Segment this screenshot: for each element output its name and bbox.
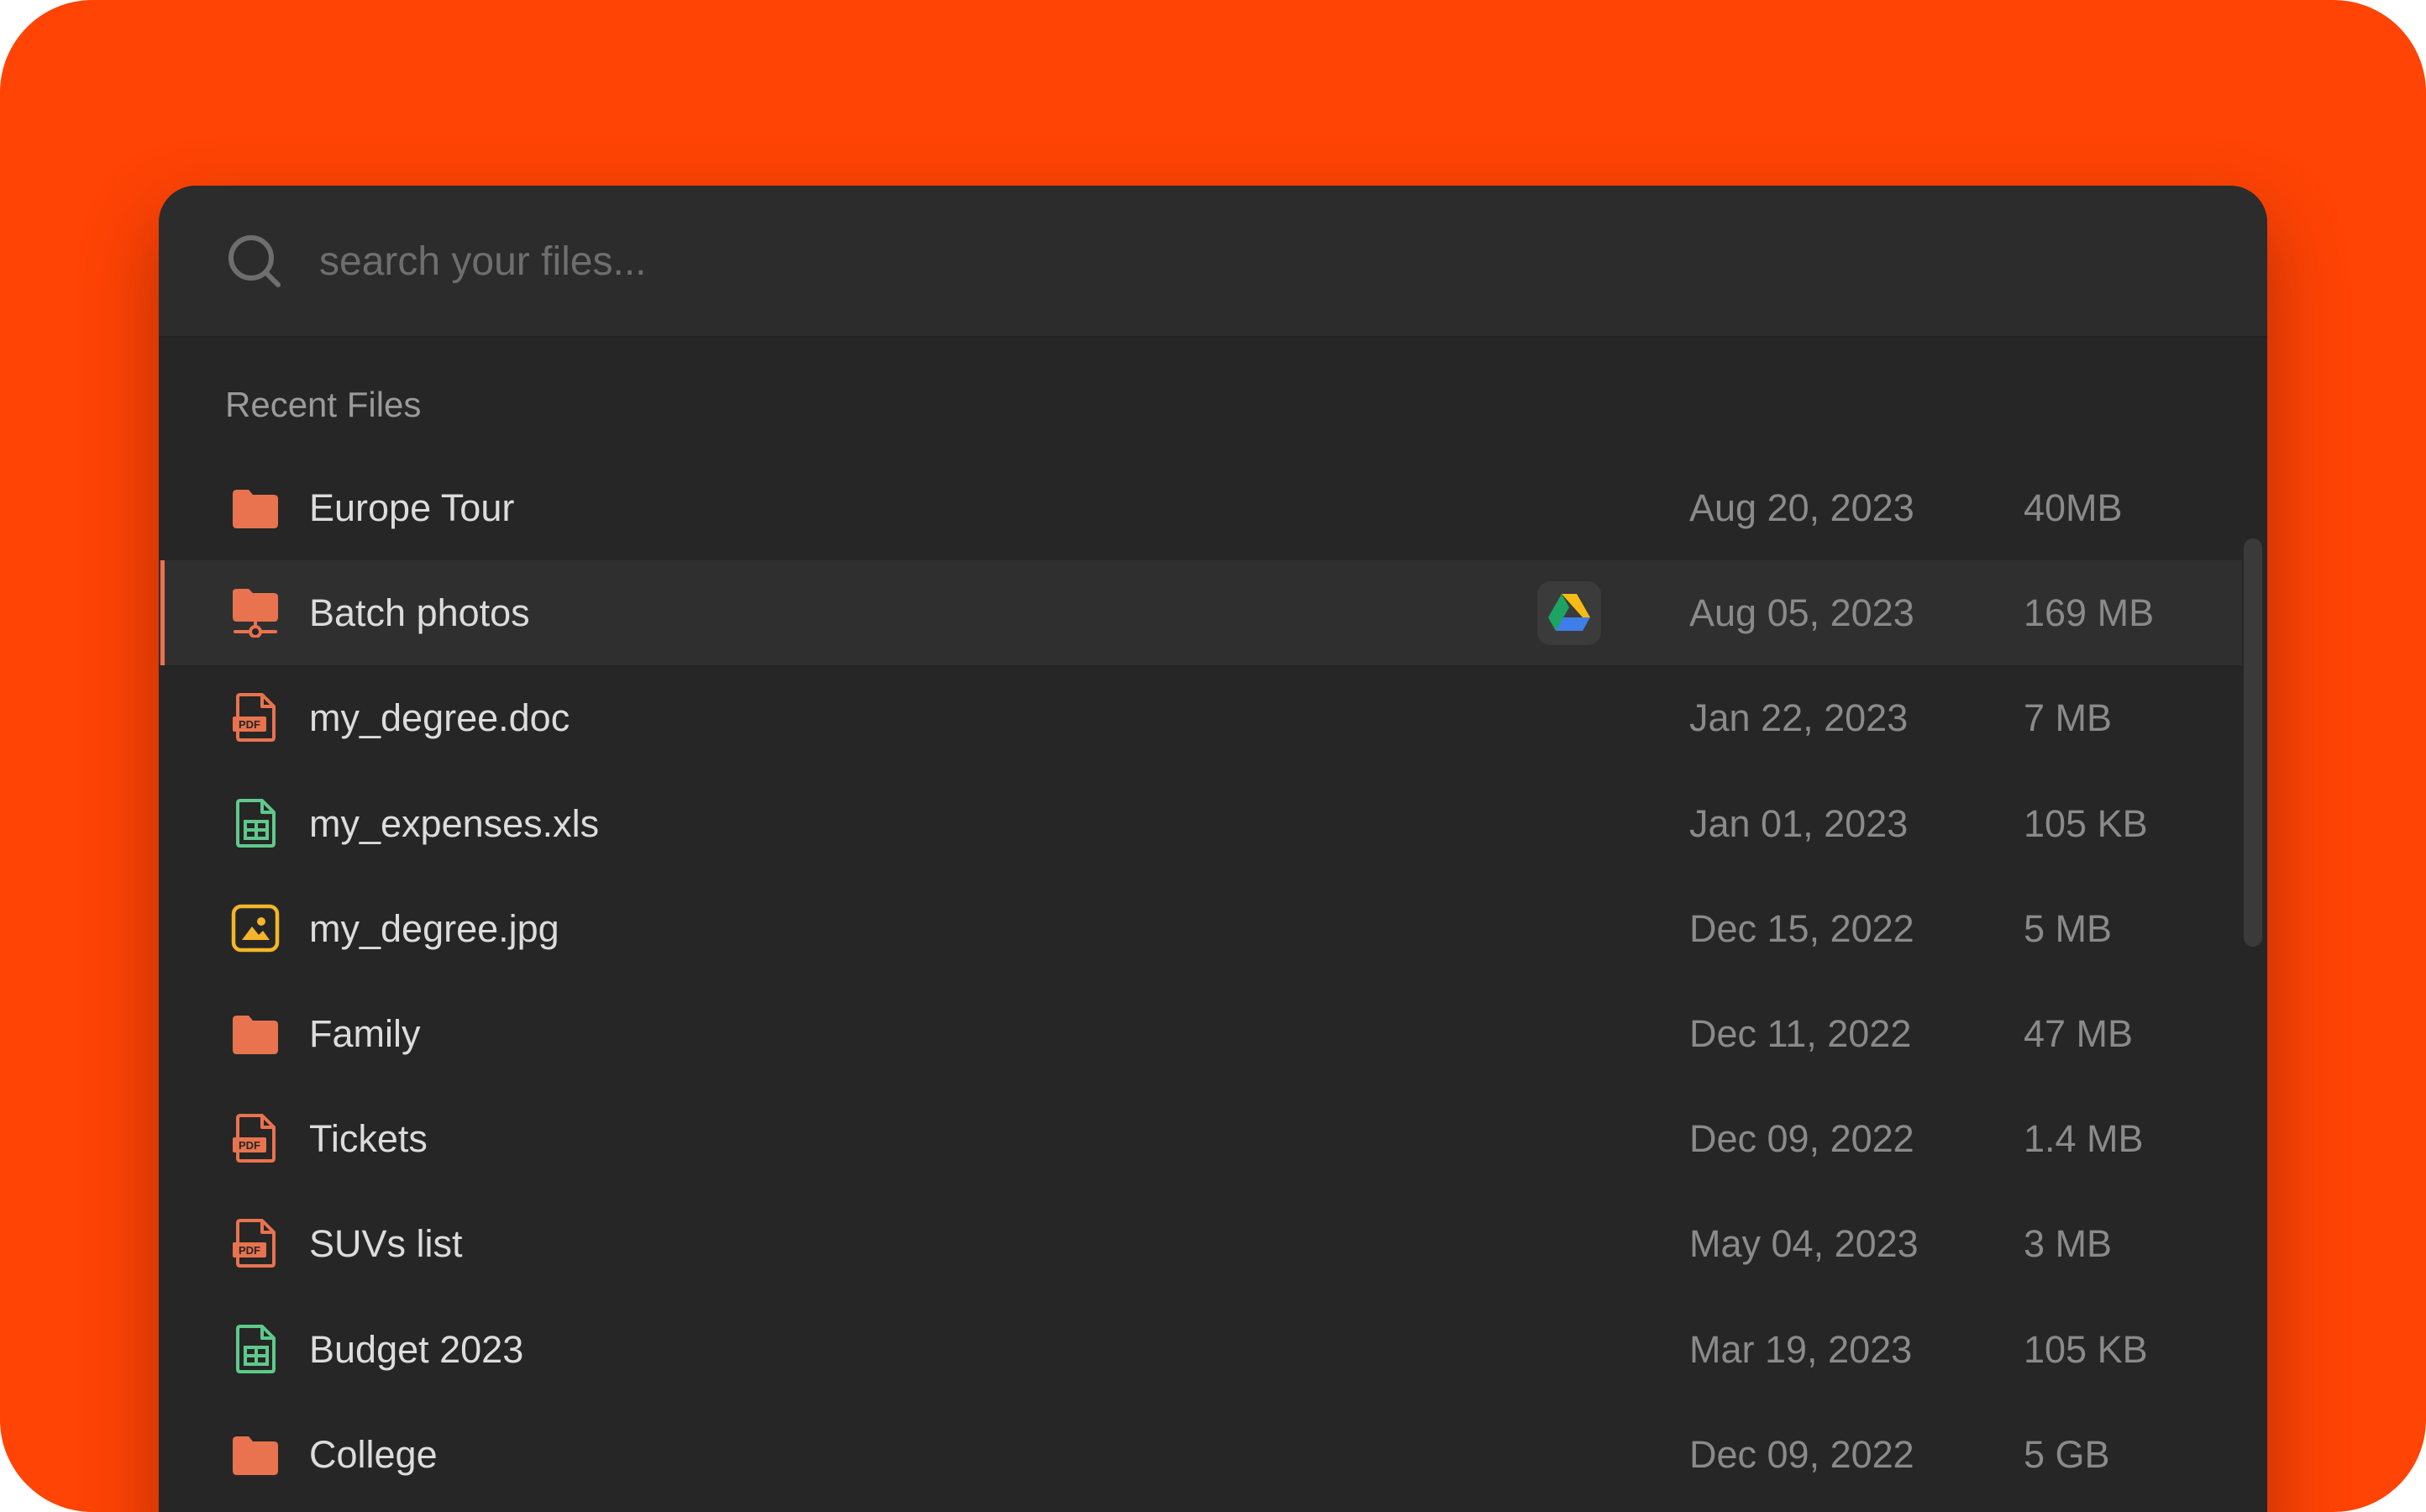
file-name: my_degree.jpg [309,906,559,950]
file-row[interactable]: Europe Tour Aug 20, 2023 40MB [159,455,2242,560]
file-size: 5 GB [2024,1432,2110,1476]
file-name: SUVs list [309,1222,463,1266]
svg-text:PDF: PDF [239,1244,260,1257]
search-icon [226,233,283,290]
file-row[interactable]: my_expenses.xls Jan 01, 2023 105 KB [159,771,2242,876]
file-date: Dec 09, 2022 [1689,1117,1914,1161]
file-list: Europe Tour Aug 20, 2023 40MB Batch photos… [159,455,2242,1507]
file-size: 7 MB [2024,696,2113,740]
background-frame: Recent Files Europe Tour Aug 20, 2023 40MB… [0,0,2426,1512]
section-title: Recent Files [225,385,422,424]
file-row[interactable]: Family Dec 11, 2022 47 MB [159,981,2242,1086]
file-date: Dec 15, 2022 [1689,906,1914,950]
file-size: 40MB [2024,486,2123,529]
file-row[interactable]: PDF SUVs list May 04, 2023 3 MB [159,1191,2242,1296]
file-name: Family [309,1011,421,1055]
shared-folder-icon [230,587,281,639]
file-date: Dec 11, 2022 [1689,1011,1912,1055]
file-date: Jan 01, 2023 [1689,801,1909,845]
file-date: Aug 05, 2023 [1689,591,1914,635]
file-name: College [309,1432,438,1476]
file-name: Batch photos [309,591,530,635]
file-name: Budget 2023 [309,1327,524,1371]
file-date: Dec 09, 2022 [1689,1432,1914,1476]
file-size: 105 KB [2024,1327,2148,1371]
svg-text:PDF: PDF [239,1139,260,1152]
file-date: May 04, 2023 [1689,1222,1919,1266]
file-row[interactable]: Budget 2023 Mar 19, 2023 105 KB [159,1297,2242,1402]
image-file-icon [230,903,281,953]
file-date: Mar 19, 2023 [1689,1327,1913,1371]
file-row[interactable]: Batch photos Aug 05, 2023 169 MB [159,560,2242,666]
spreadsheet-file-icon [230,798,281,848]
file-name: my_degree.doc [309,696,570,740]
file-date: Aug 20, 2023 [1689,486,1914,529]
file-size: 47 MB [2024,1011,2134,1055]
file-name: Tickets [309,1117,428,1161]
file-row[interactable]: my_degree.jpg Dec 15, 2022 5 MB [159,876,2242,981]
folder-icon [230,1008,281,1058]
file-name: my_expenses.xls [309,801,600,845]
pdf-file-icon: PDF [230,692,281,743]
scrollbar[interactable] [2244,538,2262,947]
file-date: Jan 22, 2023 [1689,696,1909,740]
file-search-panel: Recent Files Europe Tour Aug 20, 2023 40MB… [159,186,2267,1512]
search-input[interactable] [319,228,1915,295]
file-size: 105 KB [2024,801,2148,845]
file-size: 1.4 MB [2024,1117,2144,1161]
pdf-file-icon: PDF [230,1113,281,1163]
pdf-file-icon: PDF [230,1218,281,1268]
file-row[interactable]: PDF my_degree.doc Jan 22, 2023 7 MB [159,665,2242,770]
folder-icon [230,1429,281,1479]
google-drive-icon[interactable] [1537,581,1601,646]
folder-icon [230,482,281,533]
file-size: 5 MB [2024,906,2113,950]
file-name: Europe Tour [309,486,515,529]
spreadsheet-file-icon [230,1324,281,1374]
file-row[interactable]: PDF Tickets Dec 09, 2022 1.4 MB [159,1086,2242,1191]
svg-text:PDF: PDF [239,718,260,731]
file-row[interactable]: College Dec 09, 2022 5 GB [159,1402,2242,1507]
file-size: 169 MB [2024,591,2155,635]
file-size: 3 MB [2024,1222,2113,1266]
search-bar [159,186,2267,338]
